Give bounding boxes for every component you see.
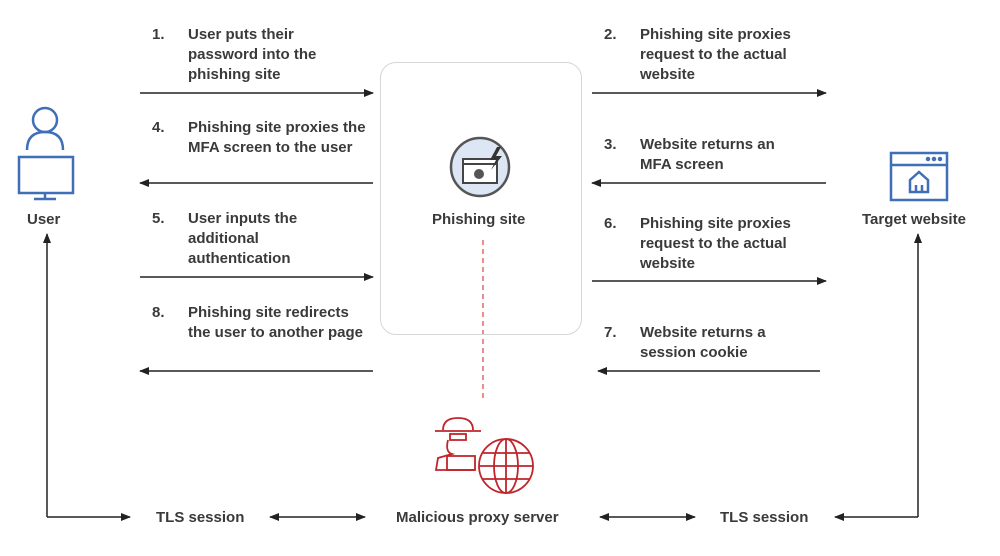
user-computer-icon	[17, 106, 75, 201]
tls-session-right: TLS session	[720, 509, 809, 526]
step-number: 2.	[604, 26, 617, 43]
step-text: Phishing site proxies request to the act…	[640, 215, 791, 272]
user-label: User	[27, 211, 61, 228]
step-text: Website returns a session cookie	[640, 324, 766, 361]
step-number: 8.	[152, 304, 165, 321]
step-number: 3.	[604, 136, 617, 153]
step-text: User inputs the additional authenticatio…	[188, 210, 298, 267]
tls-session-left: TLS session	[156, 509, 245, 526]
malicious-proxy-label: Malicious proxy server	[396, 509, 559, 526]
step-number: 4.	[152, 119, 165, 136]
target-website-label: Target website	[862, 211, 966, 228]
step-text: Phishing site proxies request to the act…	[640, 26, 791, 83]
step-text: Website returns an MFA screen	[640, 136, 775, 173]
step-number: 1.	[152, 26, 165, 43]
step-number: 5.	[152, 210, 165, 227]
phishing-site-box	[380, 62, 582, 335]
step-text: User puts their password into the phishi…	[188, 26, 317, 83]
step-number: 6.	[604, 215, 617, 232]
malicious-proxy-icon	[434, 417, 534, 494]
diagram: User Phishing site Target website Malici…	[0, 0, 1000, 556]
step-number: 7.	[604, 324, 617, 341]
step-text: Phishing site proxies the MFA screen to …	[188, 119, 366, 156]
target-website-icon	[889, 151, 949, 202]
step-text: Phishing site redirects the user to anot…	[188, 304, 364, 341]
phishing-site-label: Phishing site	[432, 211, 526, 228]
